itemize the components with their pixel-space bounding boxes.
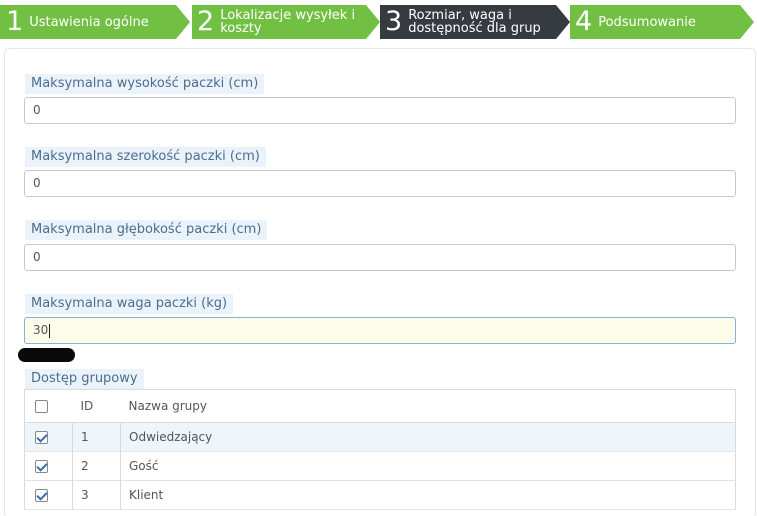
max-weight-value: 30 (33, 323, 49, 337)
wizard-step-2[interactable]: 2 Lokalizacje wysyłek i koszty (193, 5, 369, 39)
wizard-step-1[interactable]: 1 Ustawienia ogólne (2, 5, 178, 39)
select-all-checkbox[interactable] (35, 400, 48, 413)
step-label: Lokalizacje wysyłek i koszty (220, 9, 355, 35)
max-width-label: Maksymalna szerokość paczki (cm) (25, 147, 266, 167)
table-row[interactable]: 1 Odwiedzający (24, 422, 736, 452)
max-weight-input[interactable]: 30 (24, 317, 736, 344)
step-label: Ustawienia ogólne (29, 14, 149, 30)
step-number: 1 (6, 6, 24, 37)
row-checkbox-cell (24, 422, 73, 452)
row-group-name: Gość (129, 459, 159, 473)
max-height-input[interactable]: 0 (24, 97, 736, 124)
row-checkbox[interactable] (35, 460, 48, 473)
step-label: Podsumowanie (598, 14, 696, 30)
redacted-text (18, 348, 75, 362)
header-checkbox-cell (24, 389, 73, 423)
max-width-input[interactable]: 0 (24, 170, 736, 197)
header-id[interactable]: ID (72, 389, 121, 423)
row-id: 2 (72, 451, 121, 481)
step-label-line: dostępność dla grup (408, 21, 541, 36)
wizard-step-3[interactable]: 3 Rozmiar, waga i dostępność dla grup (381, 5, 557, 39)
max-weight-label: Maksymalna waga paczki (kg) (25, 294, 234, 314)
wizard-step-4[interactable]: 4 Podsumowanie (571, 5, 741, 39)
group-access-label: Dostęp grupowy (25, 369, 144, 389)
row-id: 3 (72, 480, 121, 510)
row-checkbox[interactable] (35, 489, 48, 502)
row-id: 1 (72, 422, 121, 452)
row-group-name: Klient (129, 488, 164, 502)
row-group-name: Odwiedzający (129, 430, 213, 444)
step-number: 3 (385, 6, 403, 37)
groups-table: ID Nazwa grupy 1 Odwiedzający 2 Gość 3 K… (24, 389, 736, 510)
max-height-label: Maksymalna wysokość paczki (cm) (25, 74, 265, 94)
row-checkbox[interactable] (35, 431, 48, 444)
table-row[interactable]: 2 Gość (24, 451, 736, 481)
step-label-line: koszty (220, 21, 262, 36)
row-checkbox-cell (24, 480, 73, 510)
table-row[interactable]: 3 Klient (24, 480, 736, 510)
text-caret (49, 323, 51, 338)
wizard-steps: 1 Ustawienia ogólne 2 Lokalizacje wysyłe… (0, 5, 757, 39)
row-checkbox-cell (24, 451, 73, 481)
max-depth-input[interactable]: 0 (24, 244, 736, 271)
step-number: 4 (575, 6, 593, 37)
step-number: 2 (197, 6, 215, 37)
table-header-row: ID Nazwa grupy (24, 389, 736, 423)
header-group-name[interactable]: Nazwa grupy (120, 389, 736, 423)
max-depth-label: Maksymalna głębokość paczki (cm) (25, 220, 268, 240)
step-label: Rozmiar, waga i dostępność dla grup (408, 9, 541, 35)
